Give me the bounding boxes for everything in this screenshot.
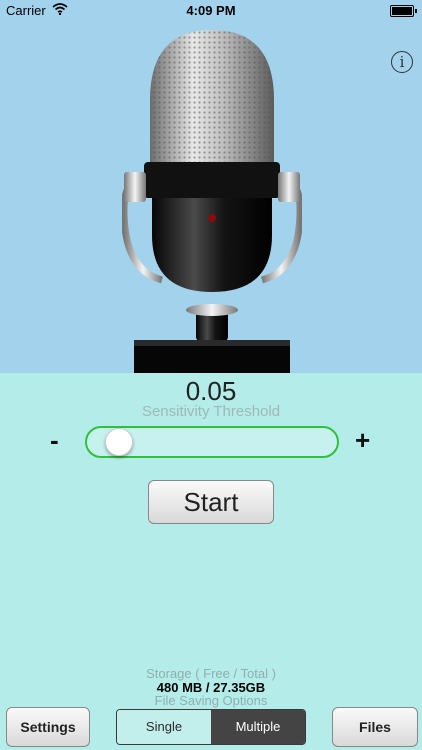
sensitivity-slider[interactable]: [85, 426, 339, 458]
file-saving-label: File Saving Options: [154, 693, 268, 708]
slider-thumb[interactable]: [105, 428, 134, 456]
info-icon[interactable]: i: [391, 51, 413, 73]
controls-panel: 0.05 Sensitivity Threshold - + Start Sto…: [0, 373, 422, 750]
increase-button[interactable]: +: [355, 425, 370, 456]
status-time: 4:09 PM: [186, 3, 236, 18]
settings-button[interactable]: Settings: [6, 707, 90, 747]
decrease-button[interactable]: -: [50, 425, 59, 456]
segment-multiple[interactable]: Multiple: [211, 710, 305, 744]
start-button[interactable]: Start: [148, 480, 274, 524]
sensitivity-label: Sensitivity Threshold: [141, 403, 281, 420]
microphone-illustration: [122, 30, 302, 373]
file-saving-segmented-control: Single Multiple: [116, 709, 306, 745]
hero-panel: i: [0, 20, 422, 373]
storage-label: Storage ( Free / Total ): [146, 666, 276, 681]
battery-icon: [390, 5, 417, 17]
segment-single[interactable]: Single: [117, 710, 211, 744]
status-bar: Carrier 4:09 PM: [0, 0, 422, 20]
files-button[interactable]: Files: [332, 707, 418, 747]
